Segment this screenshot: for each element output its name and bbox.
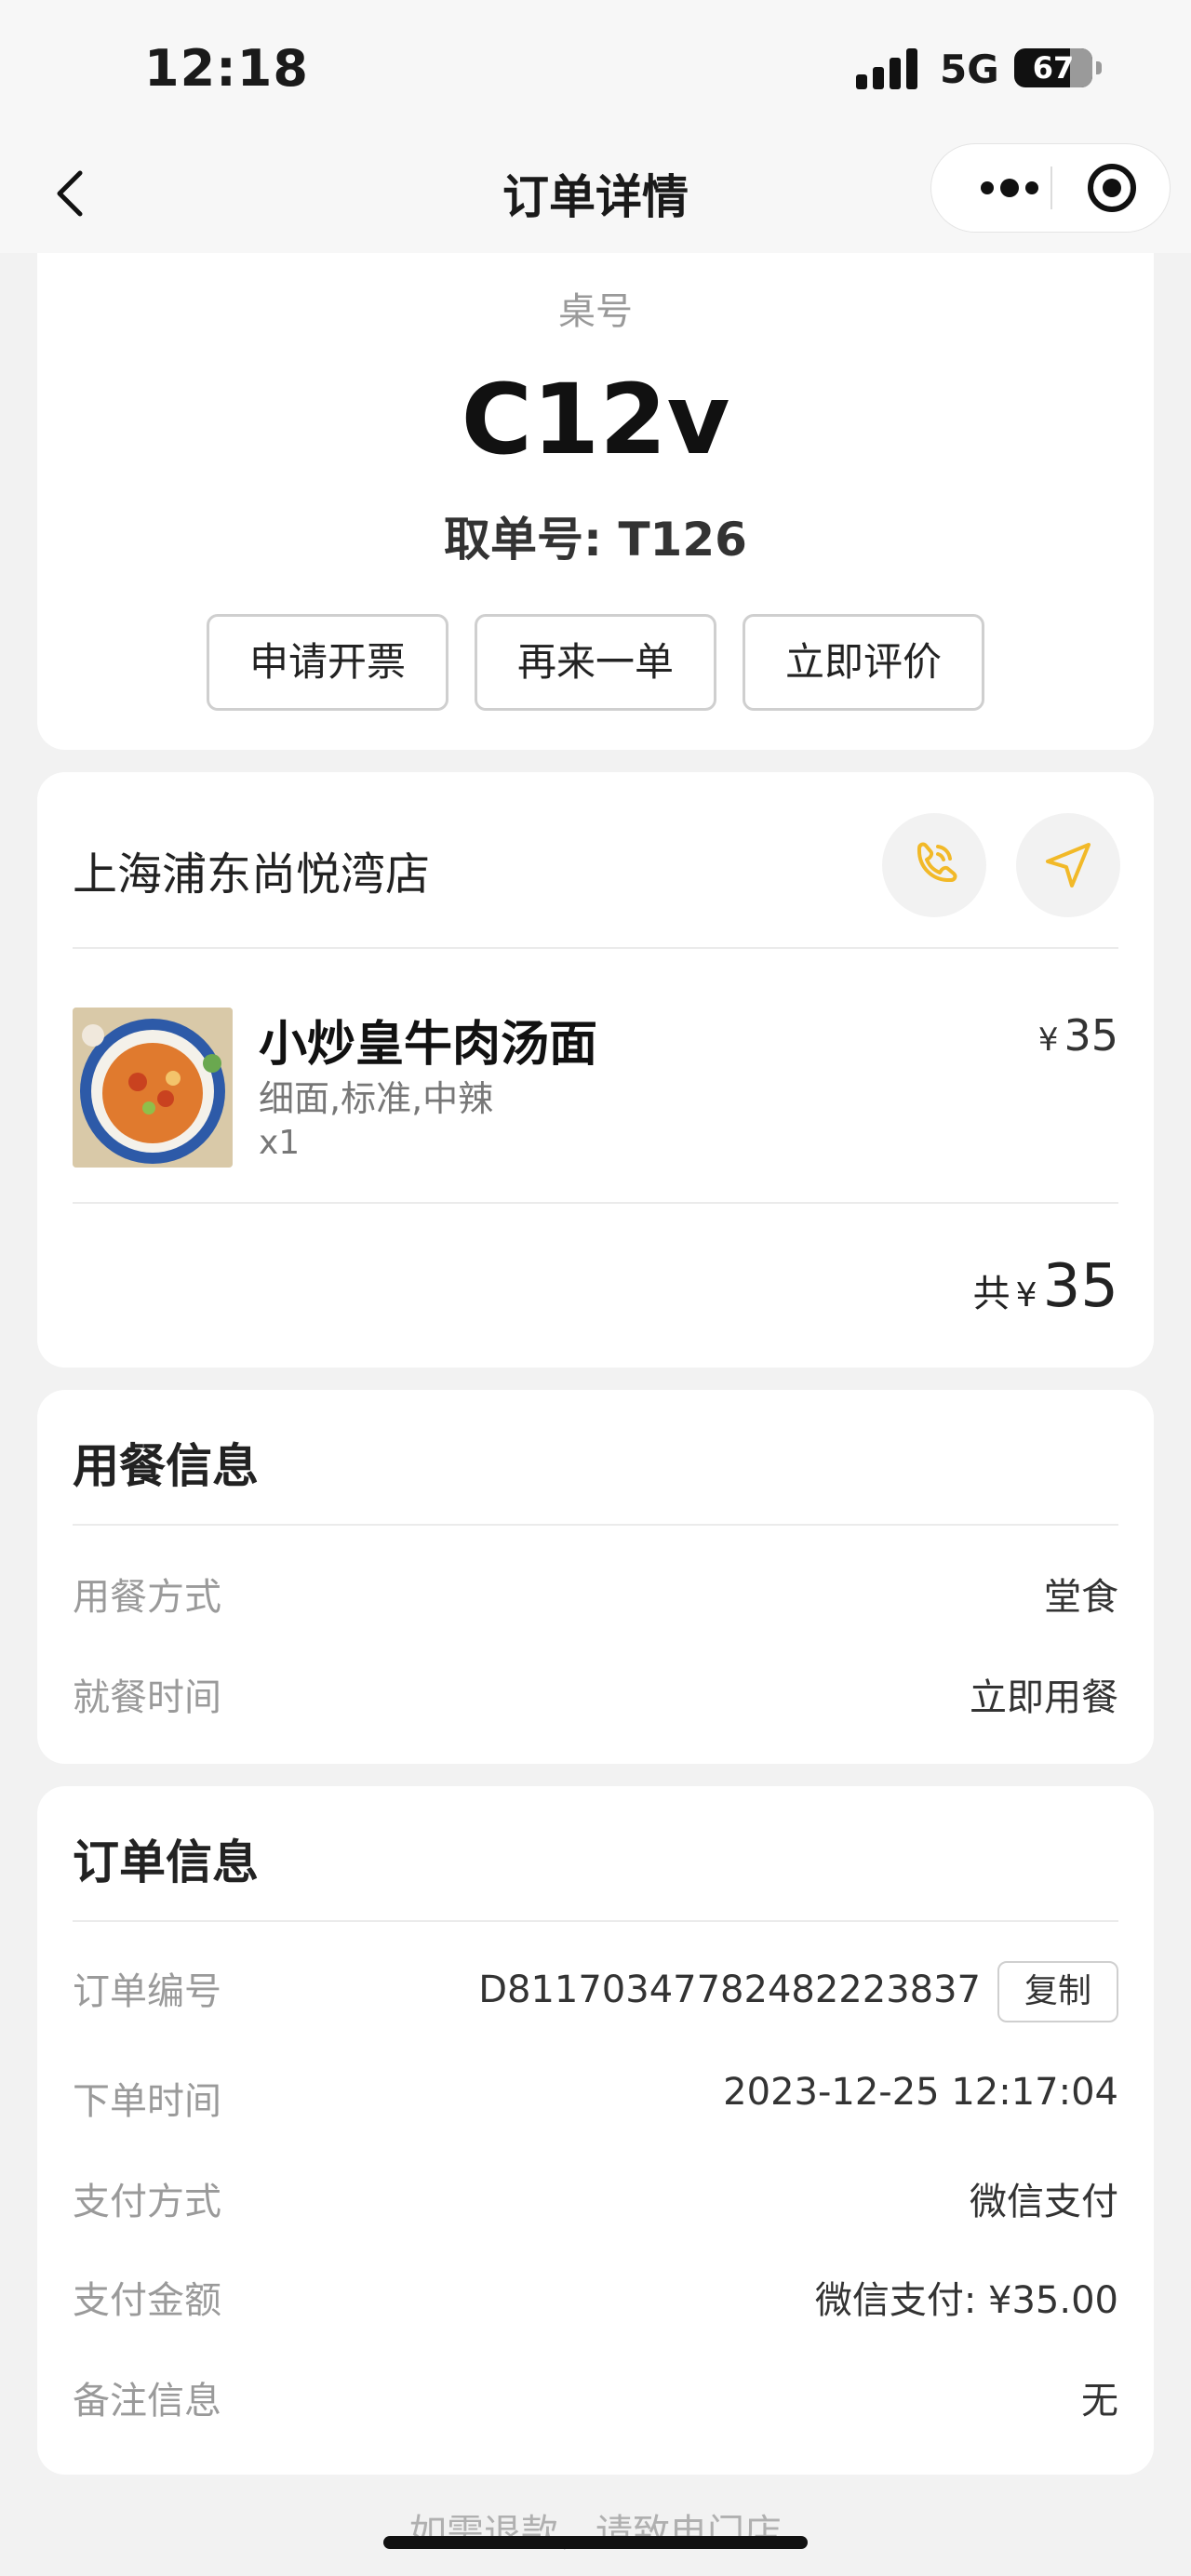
battery-tip [1096,61,1102,74]
divider [73,1524,1118,1526]
section-title: 订单信息 [73,1835,259,1889]
currency-symbol: ¥ [1037,1021,1059,1059]
copy-button[interactable]: 复制 [997,1961,1118,2022]
remark-value: 无 [1081,2380,1118,2423]
network-type: 5G [940,47,999,92]
navigation-bar: 订单详情 [0,140,1191,253]
table-number: C12v [461,363,730,476]
order-time-value: 2023-12-25 12:17:04 [723,2071,1118,2114]
payment-method-value: 微信支付 [970,2181,1118,2223]
payment-method-label: 支付方式 [73,2181,221,2223]
order-number-value: D81170347782482223837 [478,1969,981,2011]
reorder-button[interactable]: 再来一单 [475,614,716,711]
order-number-label: 订单编号 [73,1970,221,2013]
dish-name: 小炒皇牛肉汤面 [259,1017,598,1073]
mini-program-capsule [930,143,1171,233]
signal-icon [856,47,921,89]
dish-quantity: x1 [259,1124,301,1162]
navigation-arrow-icon[interactable] [1016,813,1120,917]
divider [73,1202,1118,1204]
divider [73,1920,1118,1922]
divider [73,947,1118,949]
order-header-card: 桌号 C12v 取单号: T126 申请开票 再来一单 立即评价 [37,253,1154,750]
battery-icon: 67 [1014,48,1092,87]
dining-mode-value: 堂食 [1044,1576,1118,1619]
order-time-label: 下单时间 [73,2080,221,2123]
payment-amount-value: 微信支付: ¥35.00 [814,2279,1118,2322]
dining-info-card: 用餐信息 用餐方式 堂食 就餐时间 立即用餐 [37,1390,1154,1764]
price-value: 35 [1064,1010,1118,1061]
phone-icon[interactable] [882,813,986,917]
invoice-button[interactable]: 申请开票 [207,614,448,711]
target-circle-icon[interactable] [1080,144,1155,232]
table-label: 桌号 [558,290,633,333]
dish-image [73,1008,233,1168]
home-indicator[interactable] [383,2536,808,2549]
order-info-card: 订单信息 订单编号 D81170347782482223837 复制 下单时间 … [37,1786,1154,2475]
pickup-number: 取单号: T126 [444,513,747,567]
store-card: 上海浦东尚悦湾店 小炒皇牛肉汤面 细面,标准,中辣 x1 ¥35 共 ¥35 [37,772,1154,1368]
dish-price: ¥35 [1038,1010,1118,1061]
order-total: 共 ¥35 [973,1252,1118,1321]
total-amount: 35 [1042,1252,1118,1321]
total-currency: ¥ [1015,1276,1037,1315]
section-title: 用餐信息 [73,1439,259,1493]
dining-time-label: 就餐时间 [73,1676,221,1719]
review-button[interactable]: 立即评价 [743,614,984,711]
battery-level: 67 [1032,50,1075,86]
remark-label: 备注信息 [73,2380,221,2423]
store-name: 上海浦东尚悦湾店 [73,848,431,901]
dining-mode-label: 用餐方式 [73,1576,221,1619]
total-label: 共 [972,1273,1010,1315]
dining-time-value: 立即用餐 [970,1676,1118,1719]
dish-spec: 细面,标准,中辣 [259,1078,494,1119]
more-dots-icon[interactable] [967,144,1060,232]
payment-amount-label: 支付金额 [73,2279,221,2322]
status-bar: 12:18 5G 67 [0,0,1191,140]
status-time: 12:18 [144,39,309,98]
capsule-divider [1050,167,1052,209]
